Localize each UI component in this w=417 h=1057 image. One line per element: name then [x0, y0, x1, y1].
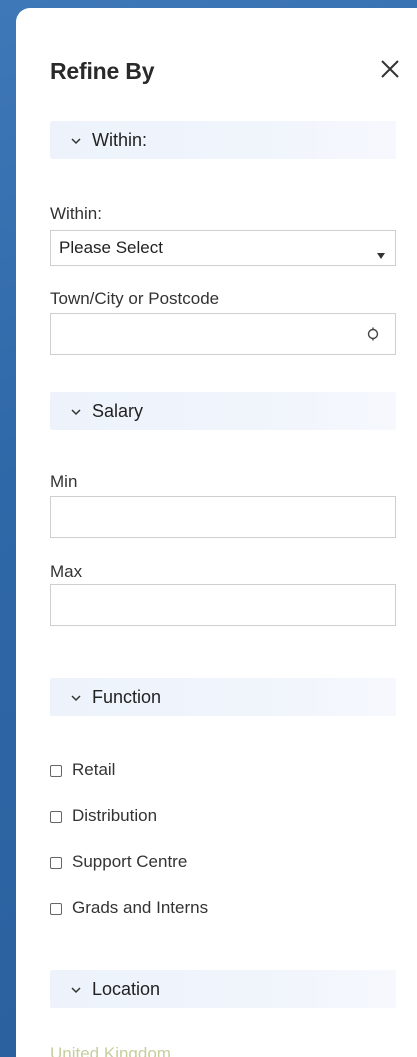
- locate-icon[interactable]: [365, 326, 381, 342]
- close-button[interactable]: [375, 54, 405, 84]
- chevron-down-icon: [70, 134, 82, 146]
- section-function-label: Function: [92, 687, 162, 707]
- salary-min-input[interactable]: [50, 496, 396, 538]
- chevron-down-icon: [70, 691, 82, 703]
- section-within-label: Within:: [92, 130, 148, 150]
- panel-title: Refine By: [50, 58, 155, 84]
- salary-min-label: Min: [50, 472, 78, 491]
- town-input[interactable]: [50, 313, 396, 355]
- within-select[interactable]: Please Select: [50, 230, 396, 266]
- function-option-label: Distribution: [72, 806, 158, 825]
- salary-max-label: Max: [50, 562, 83, 581]
- salary-max-input[interactable]: [50, 584, 396, 626]
- location-option-link[interactable]: United Kingdom: [50, 1044, 171, 1057]
- checkbox[interactable]: [50, 765, 62, 777]
- chevron-down-icon: [70, 983, 82, 995]
- checkbox[interactable]: [50, 811, 62, 823]
- section-salary-toggle[interactable]: Salary: [50, 392, 396, 430]
- within-select-value: Please Select: [59, 238, 163, 257]
- checkbox[interactable]: [50, 903, 62, 915]
- within-label: Within:: [50, 204, 102, 223]
- caret-down-icon: [377, 246, 385, 259]
- panel-header: Refine By: [50, 56, 417, 88]
- checkbox[interactable]: [50, 857, 62, 869]
- chevron-down-icon: [70, 405, 82, 417]
- section-location-toggle[interactable]: Location: [50, 970, 396, 1008]
- refine-panel: Refine By Within: Within: Please Select …: [16, 8, 417, 1057]
- function-option-label: Support Centre: [72, 852, 188, 871]
- close-icon: [381, 60, 399, 78]
- section-location-label: Location: [92, 979, 161, 999]
- function-option-label: Retail: [72, 760, 116, 779]
- section-within-toggle[interactable]: Within:: [50, 121, 396, 159]
- section-function-toggle[interactable]: Function: [50, 678, 396, 716]
- town-label: Town/City or Postcode: [50, 289, 220, 308]
- section-salary-label: Salary: [92, 401, 144, 421]
- function-option-label: Grads and Interns: [72, 898, 209, 917]
